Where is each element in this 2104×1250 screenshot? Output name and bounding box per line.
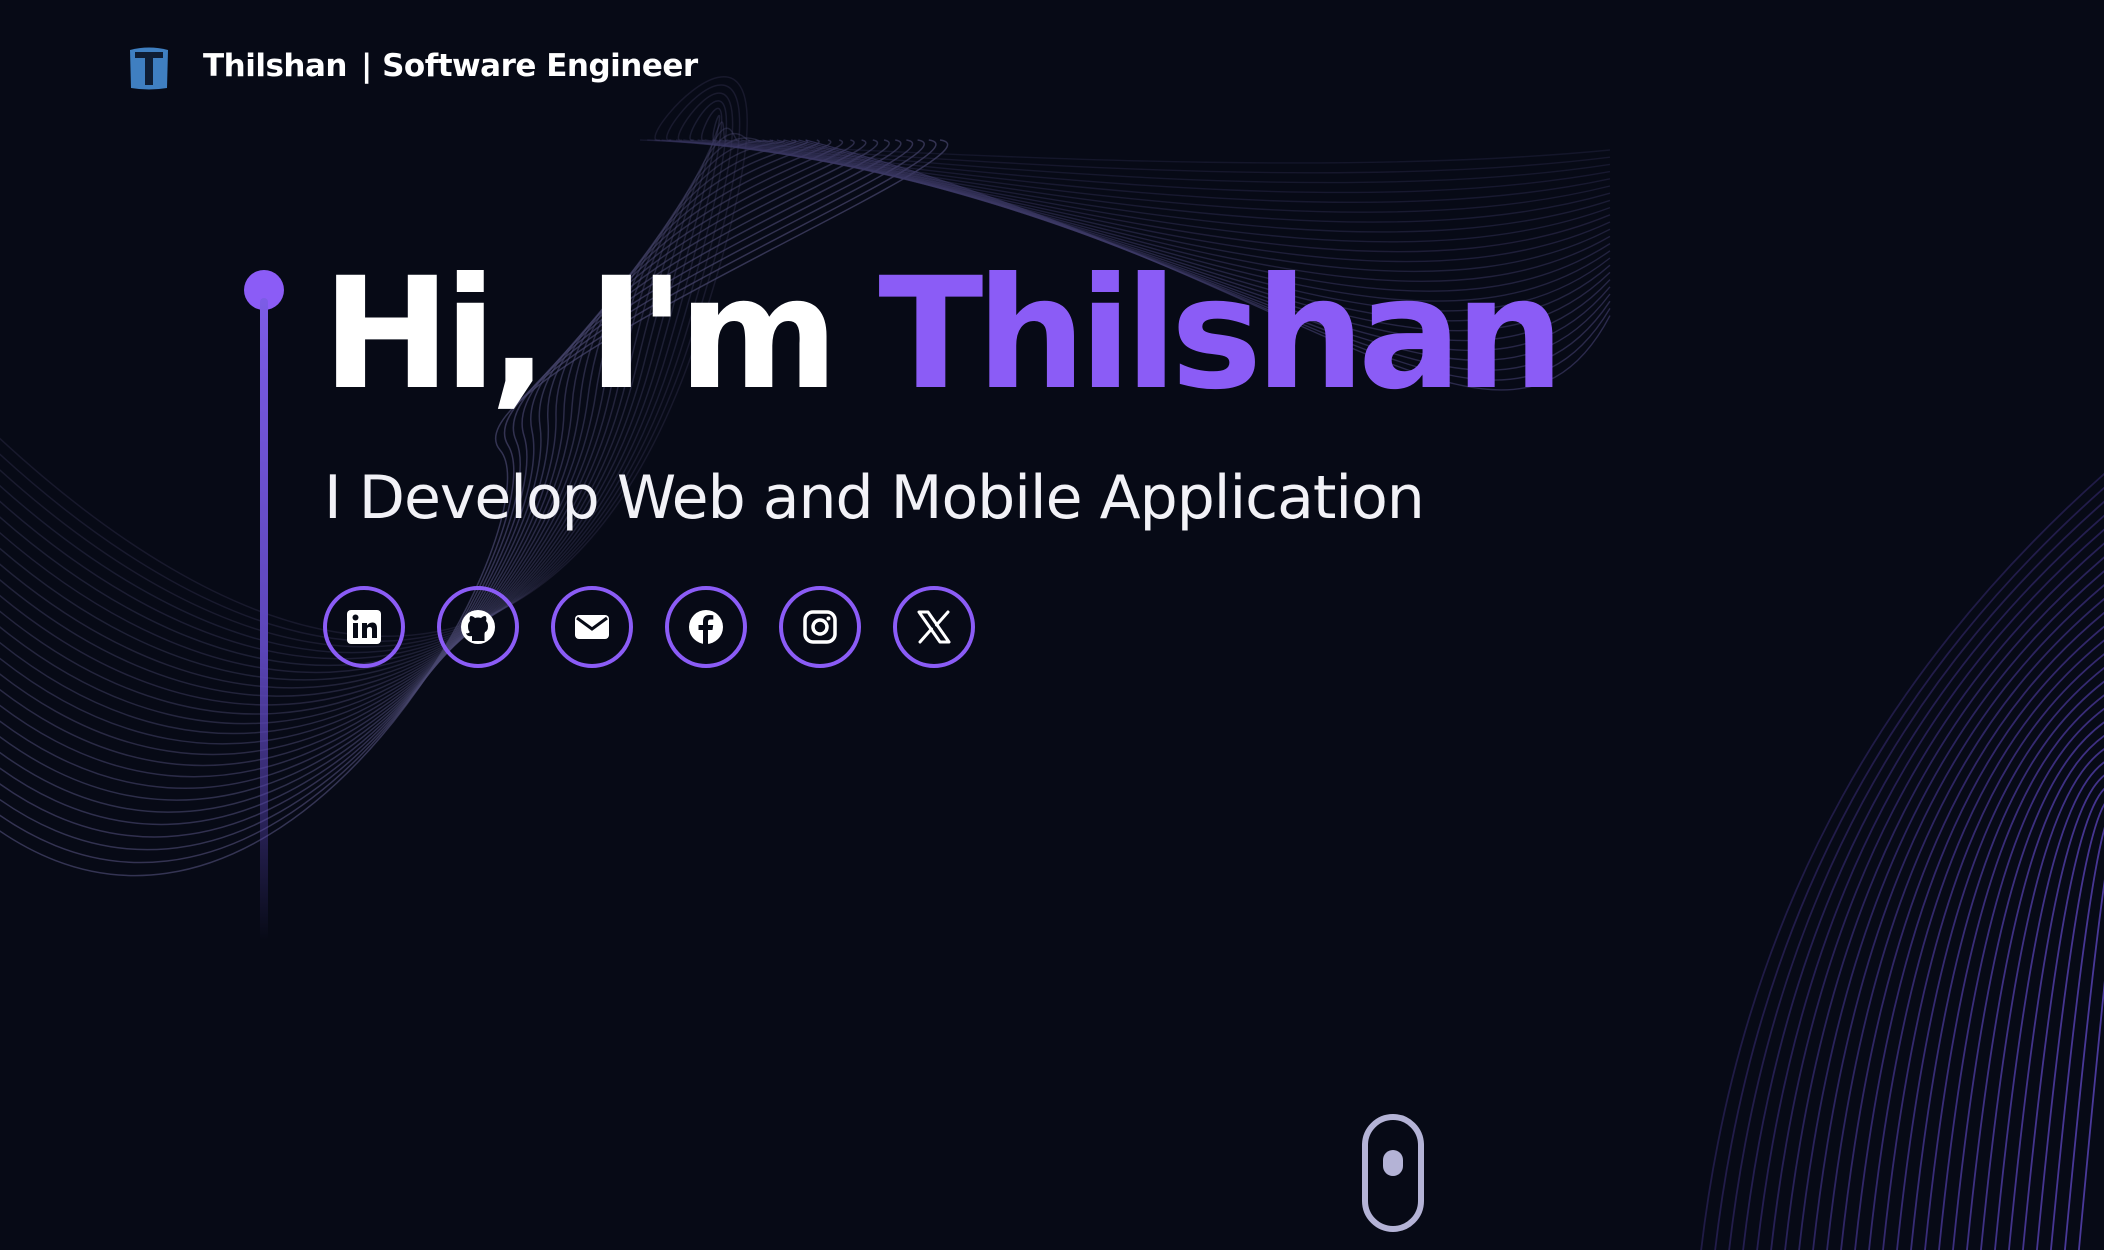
background-wave-line <box>1854 625 2104 1250</box>
social-links <box>323 586 975 668</box>
hero-name: Thilshan <box>878 245 1564 424</box>
background-wave-line <box>2050 826 2104 1250</box>
scroll-down-indicator[interactable] <box>1362 1114 1424 1232</box>
scroll-wheel <box>1383 1150 1403 1176</box>
x-button[interactable] <box>893 586 975 668</box>
email-button[interactable] <box>551 586 633 668</box>
logo-icon[interactable]: T <box>126 44 172 92</box>
background-waves <box>0 76 2104 1250</box>
background-wave-line <box>2064 879 2104 1250</box>
background-wave-line <box>1756 528 2104 1250</box>
background-wave-line <box>1714 486 2104 1250</box>
timeline-line <box>260 298 268 940</box>
brand-name: Thilshan <box>203 48 347 84</box>
timeline-decoration <box>242 270 286 940</box>
github-icon <box>461 610 495 644</box>
brand-title[interactable]: Thilshan | Software Engineer <box>203 44 698 88</box>
linkedin-icon <box>347 610 381 644</box>
hero-title: Hi, I'm Thilshan <box>322 250 1564 420</box>
background-wave-line <box>2036 803 2104 1250</box>
facebook-button[interactable] <box>665 586 747 668</box>
background-wave-line <box>1868 639 2104 1250</box>
hero-subtitle: I Develop Web and Mobile Application <box>324 463 1425 533</box>
instagram-icon <box>803 610 837 644</box>
facebook-icon <box>689 610 723 644</box>
github-button[interactable] <box>437 586 519 668</box>
hero-greeting: Hi, I'm <box>322 245 839 424</box>
linkedin-button[interactable] <box>323 586 405 668</box>
background-wave-line <box>2078 980 2104 1250</box>
x-icon <box>917 610 951 644</box>
instagram-button[interactable] <box>779 586 861 668</box>
background-wave-line <box>0 139 855 778</box>
brand-role: | Software Engineer <box>360 48 698 84</box>
email-icon <box>575 615 609 639</box>
